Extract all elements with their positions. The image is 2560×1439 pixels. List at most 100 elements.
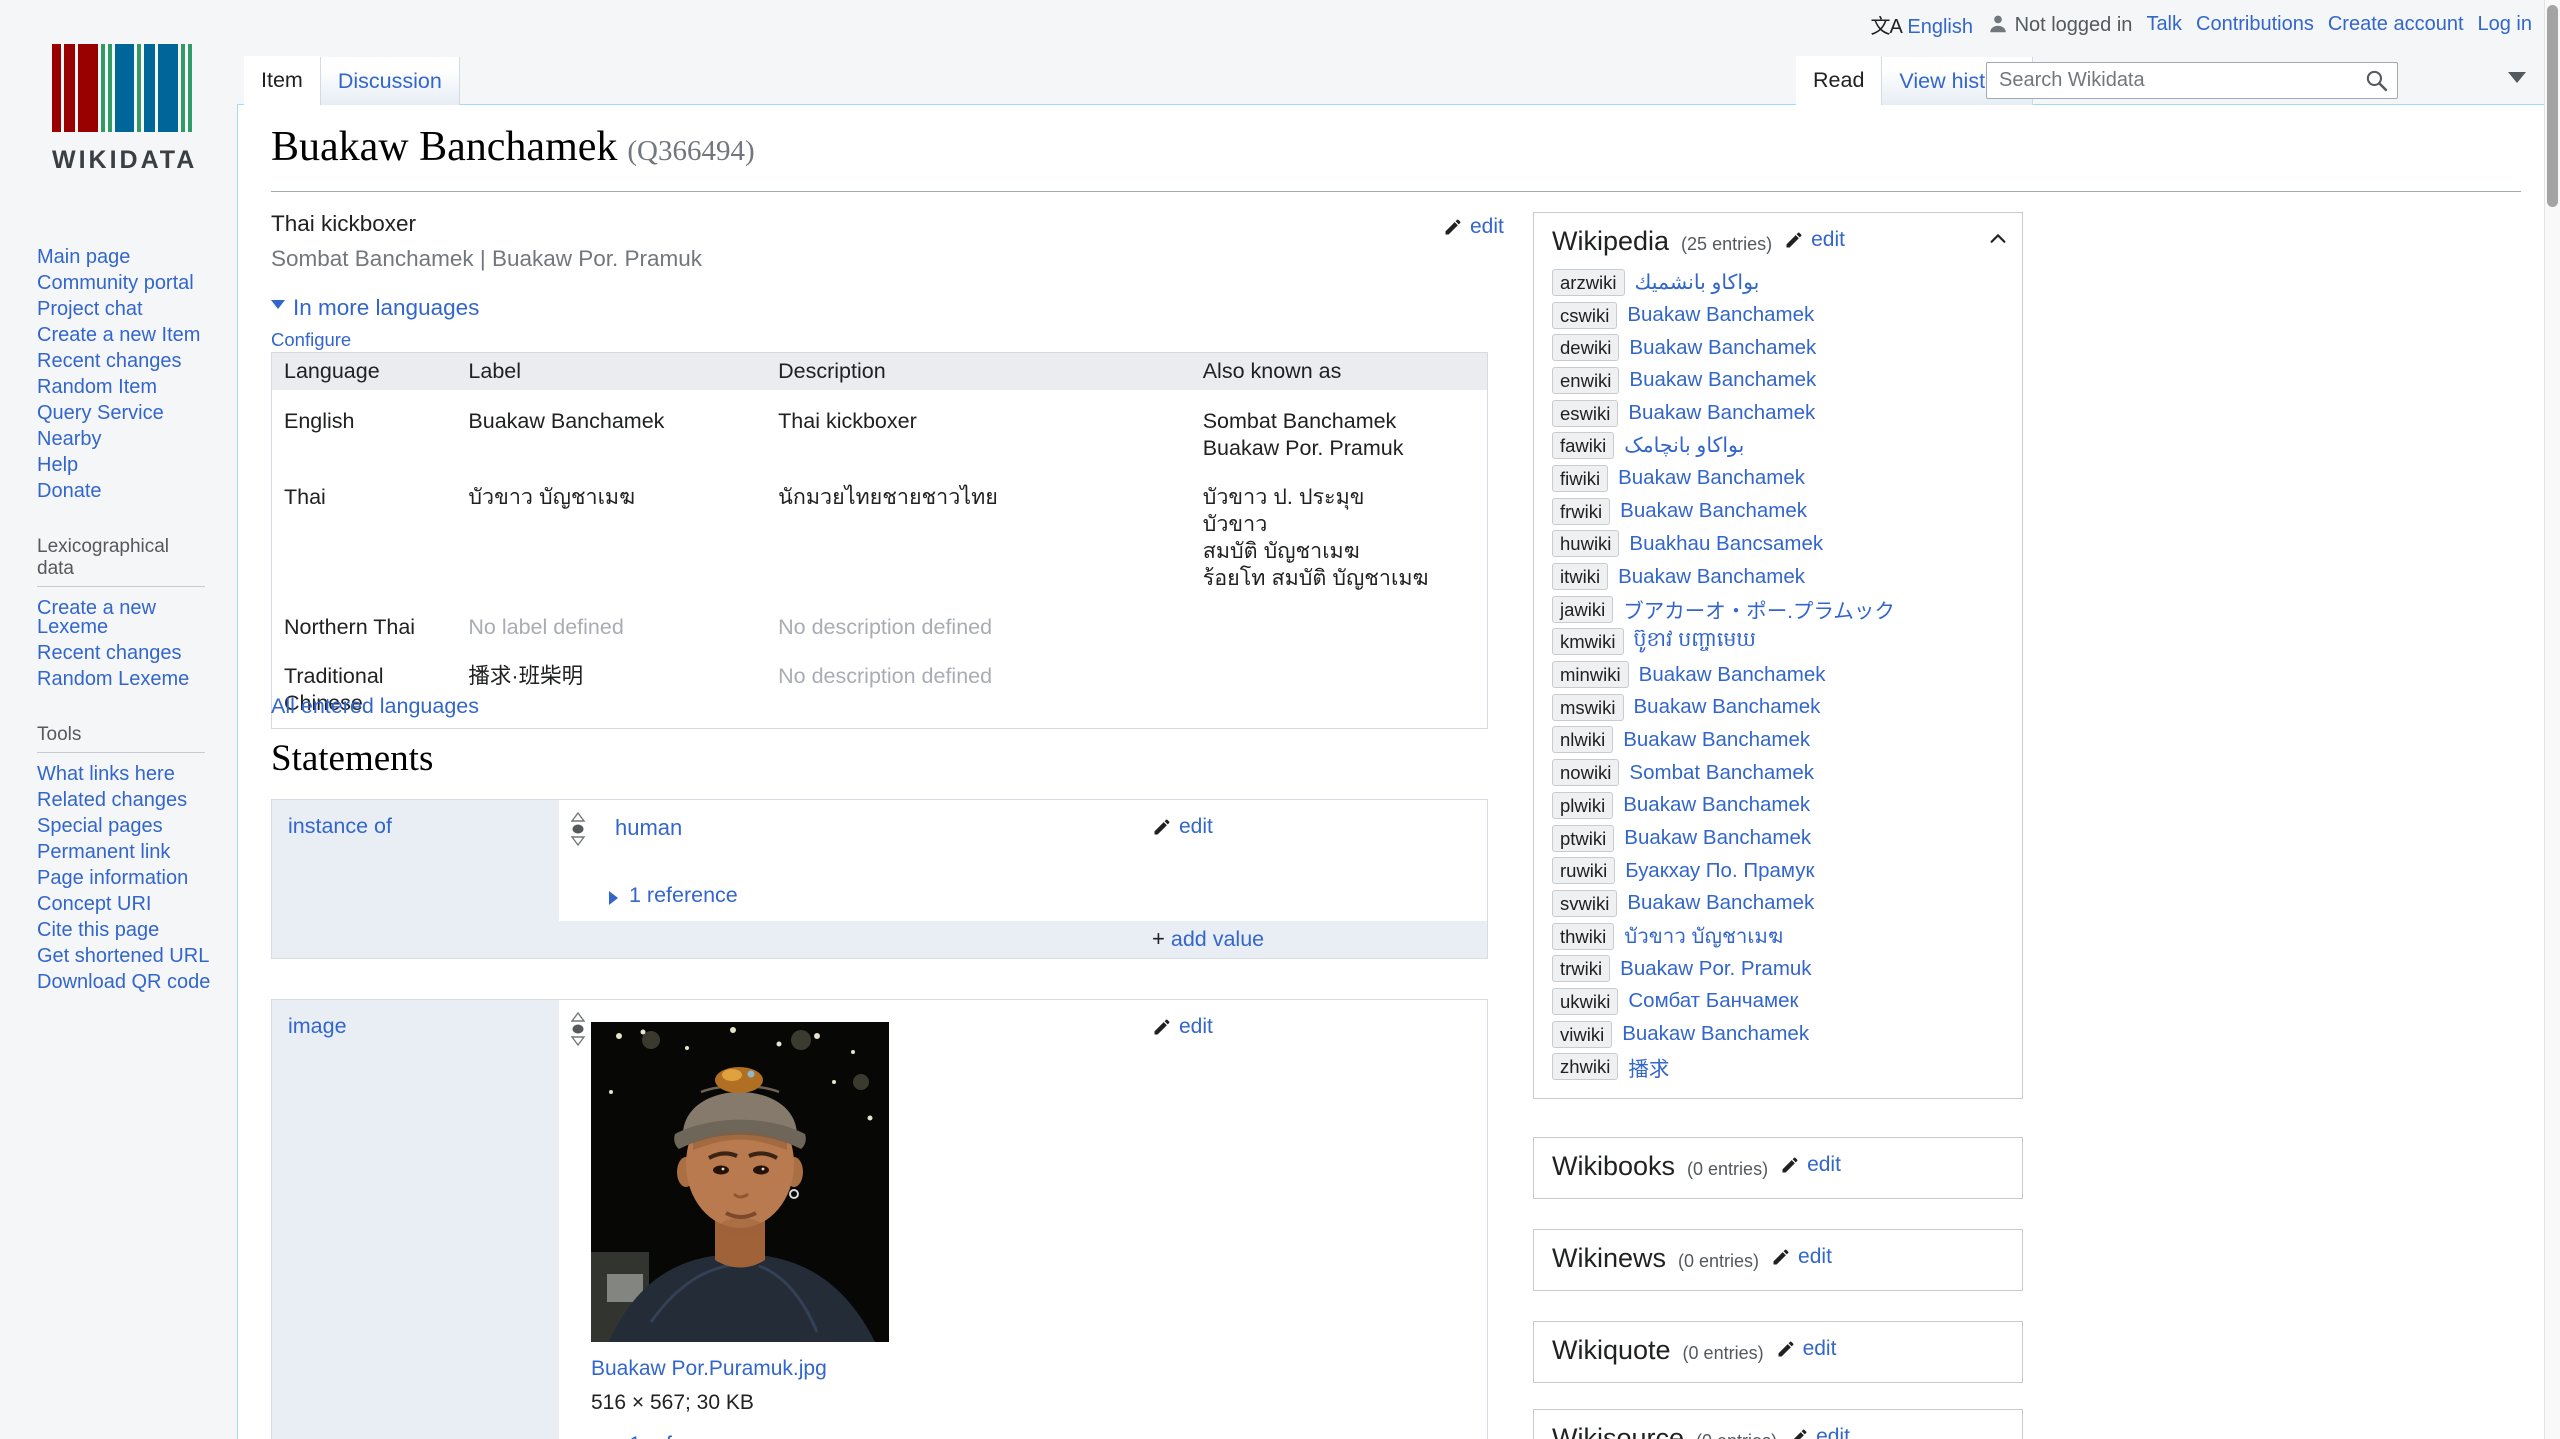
sidebar-link[interactable]: Download QR code xyxy=(37,971,210,993)
sidebar-link[interactable]: Random Lexeme xyxy=(37,668,189,690)
edit-terms-button[interactable]: edit xyxy=(1443,215,1504,239)
sidebar-link[interactable]: Related changes xyxy=(37,789,187,811)
scrollbar-track[interactable] xyxy=(2544,0,2560,1439)
all-entered-languages-link[interactable]: All entered languages xyxy=(271,694,479,719)
ui-language-switcher[interactable]: 文A English xyxy=(1870,10,1973,39)
create-account-link[interactable]: Create account xyxy=(2328,13,2464,36)
logo-bar xyxy=(114,44,135,132)
log-in-link[interactable]: Log in xyxy=(2478,13,2533,36)
sitelink-title-link[interactable]: Buakaw Por. Pramuk xyxy=(1620,957,1811,981)
search-icon[interactable] xyxy=(2364,68,2389,98)
statement-value-link[interactable]: human xyxy=(615,815,682,841)
in-more-languages-toggle[interactable]: In more languages xyxy=(271,295,479,321)
sitelink-title-link[interactable]: Buakaw Banchamek xyxy=(1623,793,1810,817)
term-label: 播求·班柴明 xyxy=(468,664,584,688)
wikidata-logo[interactable]: WIKIDATA xyxy=(52,44,194,175)
sitelink-title-link[interactable]: บัวขาว บัญชาเมฆ xyxy=(1624,920,1783,953)
sitelink-title-link[interactable]: 播求 xyxy=(1628,1052,1669,1082)
wiki-code-badge: mswiki xyxy=(1552,693,1624,721)
more-menu-caret-icon[interactable] xyxy=(2508,72,2526,83)
references-toggle[interactable]: 1 reference xyxy=(609,883,738,908)
configure-link[interactable]: Configure xyxy=(271,329,351,351)
sitelink-title-link[interactable]: Buakaw Banchamek xyxy=(1627,303,1814,327)
sidebar-link[interactable]: Cite this page xyxy=(37,919,159,941)
sitelink-title-link[interactable]: Buakhau Bancsamek xyxy=(1629,532,1823,556)
edit-statement-button[interactable]: edit xyxy=(1152,1015,1213,1039)
sidebar-link[interactable]: Query Service xyxy=(37,402,164,424)
sidebar-link[interactable]: Community portal xyxy=(37,272,194,294)
references-toggle[interactable]: 1 reference xyxy=(609,1432,738,1439)
sidebar-item: Special pages xyxy=(37,815,222,837)
sidebar-link[interactable]: Recent changes xyxy=(37,642,182,664)
sitelink-group-header: Wikipedia (25 entries) edit xyxy=(1552,226,2004,257)
sitelink-group-wikibooks: Wikibooks (0 entries) edit xyxy=(1533,1137,2023,1199)
search-input[interactable] xyxy=(1986,62,2398,99)
sitelink-title-link[interactable]: Buakaw Banchamek xyxy=(1622,1022,1809,1046)
add-value-button[interactable]: + add value xyxy=(1152,926,1264,952)
statement-image-thumbnail[interactable] xyxy=(591,1022,889,1342)
sitelink-title-link[interactable]: Buakaw Banchamek xyxy=(1629,336,1816,360)
sidebar-link[interactable]: What links here xyxy=(37,763,175,785)
collapse-section-icon[interactable] xyxy=(1988,229,2008,254)
sitelink-title-link[interactable]: Buakaw Banchamek xyxy=(1620,499,1807,523)
sidebar-link[interactable]: Page information xyxy=(37,867,188,889)
talk-link[interactable]: Talk xyxy=(2146,13,2182,36)
logo-bar xyxy=(188,44,193,132)
sitelink-title-link[interactable]: بواكاو بانشميك xyxy=(1635,270,1760,295)
sitelink-title-link[interactable]: Buakaw Banchamek xyxy=(1628,401,1815,425)
edit-sitelinks-button[interactable]: edit xyxy=(1780,1153,1841,1177)
rank-selector-icon[interactable] xyxy=(570,1011,586,1052)
sidebar-link[interactable]: Create a new Item xyxy=(37,324,200,346)
edit-sitelinks-button[interactable]: edit xyxy=(1776,1337,1836,1361)
sidebar-link[interactable]: Create a new Lexeme xyxy=(37,597,156,638)
entity-description: Thai kickboxer xyxy=(271,211,417,236)
sitelink-title-link[interactable]: بواکاو بانچامک xyxy=(1624,433,1744,458)
term-language: Northern Thai xyxy=(284,615,416,639)
pencil-icon xyxy=(1445,219,1461,235)
sidebar-link[interactable]: Recent changes xyxy=(37,350,182,372)
portrait-photo xyxy=(591,1022,889,1342)
property-link-instance-of[interactable]: instance of xyxy=(288,814,392,838)
sidebar-link[interactable]: Main page xyxy=(37,246,130,268)
sitelink-title-link[interactable]: ブアカーオ・ポー.プラムック xyxy=(1623,594,1895,624)
sidebar-link[interactable]: Special pages xyxy=(37,815,163,837)
sitelink-title-link[interactable]: ប៊ូខាវ បញ្ចាមេឃ xyxy=(1634,627,1756,657)
sidebar-link[interactable]: Help xyxy=(37,454,78,476)
image-file-link[interactable]: Buakaw Por.Puramuk.jpg xyxy=(591,1357,827,1381)
alias-line: บัวขาว ป. ประมุข xyxy=(1202,485,1365,509)
sidebar-link[interactable]: Nearby xyxy=(37,428,101,450)
sitelink-title-link[interactable]: Buakaw Banchamek xyxy=(1639,663,1826,687)
sitelink-title-link[interactable]: Buakaw Banchamek xyxy=(1627,891,1814,915)
sitelink-title-link[interactable]: Буакхау По. Прамук xyxy=(1625,859,1814,883)
sidebar-link[interactable]: Get shortened URL xyxy=(37,945,209,967)
scrollbar-thumb[interactable] xyxy=(2547,5,2558,207)
sitelink-title-link[interactable]: Sombat Banchamek xyxy=(1629,761,1814,785)
edit-sitelinks-button[interactable]: edit xyxy=(1784,228,1845,252)
tab-read[interactable]: Read xyxy=(1796,56,1882,105)
edit-statement-button[interactable]: edit xyxy=(1152,815,1213,839)
sidebar-link[interactable]: Donate xyxy=(37,480,102,502)
tab-item[interactable]: Item xyxy=(244,56,320,105)
contributions-link[interactable]: Contributions xyxy=(2196,13,2314,36)
property-link-image[interactable]: image xyxy=(288,1014,347,1038)
tab-discussion-link[interactable]: Discussion xyxy=(338,69,442,94)
rank-selector-icon[interactable] xyxy=(570,811,586,852)
expand-caret-icon xyxy=(609,891,625,905)
edit-sitelinks-button[interactable]: edit xyxy=(1789,1425,1850,1439)
sidebar-link[interactable]: Permanent link xyxy=(37,841,170,863)
sitelink-title-link[interactable]: Buakaw Banchamek xyxy=(1623,728,1810,752)
sitelink-title-link[interactable]: Buakaw Banchamek xyxy=(1618,466,1805,490)
sitelink-title-link[interactable]: Buakaw Banchamek xyxy=(1618,565,1805,589)
sitelink-title-link[interactable]: Buakaw Banchamek xyxy=(1624,826,1811,850)
sidebar-link[interactable]: Concept URI xyxy=(37,893,152,915)
edit-sitelinks-button[interactable]: edit xyxy=(1771,1245,1832,1269)
sidebar-link[interactable]: Project chat xyxy=(37,298,143,320)
sitelink-row: fawiki بواکاو بانچامک xyxy=(1552,429,2004,462)
sitelink-title-link[interactable]: Сомбат Банчамек xyxy=(1628,989,1798,1013)
page-title: Buakaw Banchamek (Q366494) xyxy=(271,124,755,170)
term-label: Buakaw Banchamek xyxy=(468,409,665,433)
tab-discussion[interactable]: Discussion xyxy=(319,57,460,105)
sidebar-link[interactable]: Random Item xyxy=(37,376,157,398)
sitelink-title-link[interactable]: Buakaw Banchamek xyxy=(1629,368,1816,392)
sitelink-title-link[interactable]: Buakaw Banchamek xyxy=(1634,695,1821,719)
